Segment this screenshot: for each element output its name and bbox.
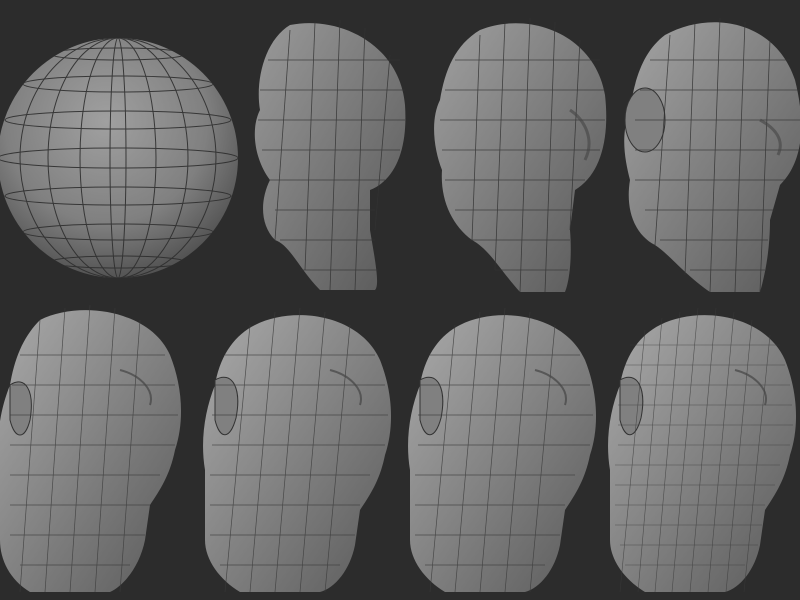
rough-head-mesh xyxy=(624,17,800,293)
detailed-head-mesh xyxy=(408,307,597,593)
detailed-head-mesh xyxy=(203,307,392,593)
detailed-head-mesh xyxy=(608,307,797,593)
ear xyxy=(9,381,32,436)
detailed-head xyxy=(600,300,800,600)
sculpt-progression-image xyxy=(0,0,800,600)
detailed-head xyxy=(200,300,400,600)
blockout-mesh xyxy=(254,19,406,291)
rough-head-with-ears xyxy=(600,0,800,300)
base-sphere xyxy=(0,0,238,300)
detailed-head-mesh xyxy=(0,304,182,593)
blockout-with-features xyxy=(400,0,607,300)
feature-blockout-mesh xyxy=(434,17,607,293)
rough-blockout xyxy=(200,0,406,300)
detailed-head xyxy=(400,300,600,600)
detailed-head xyxy=(0,300,200,600)
sphere-mesh xyxy=(0,38,238,278)
